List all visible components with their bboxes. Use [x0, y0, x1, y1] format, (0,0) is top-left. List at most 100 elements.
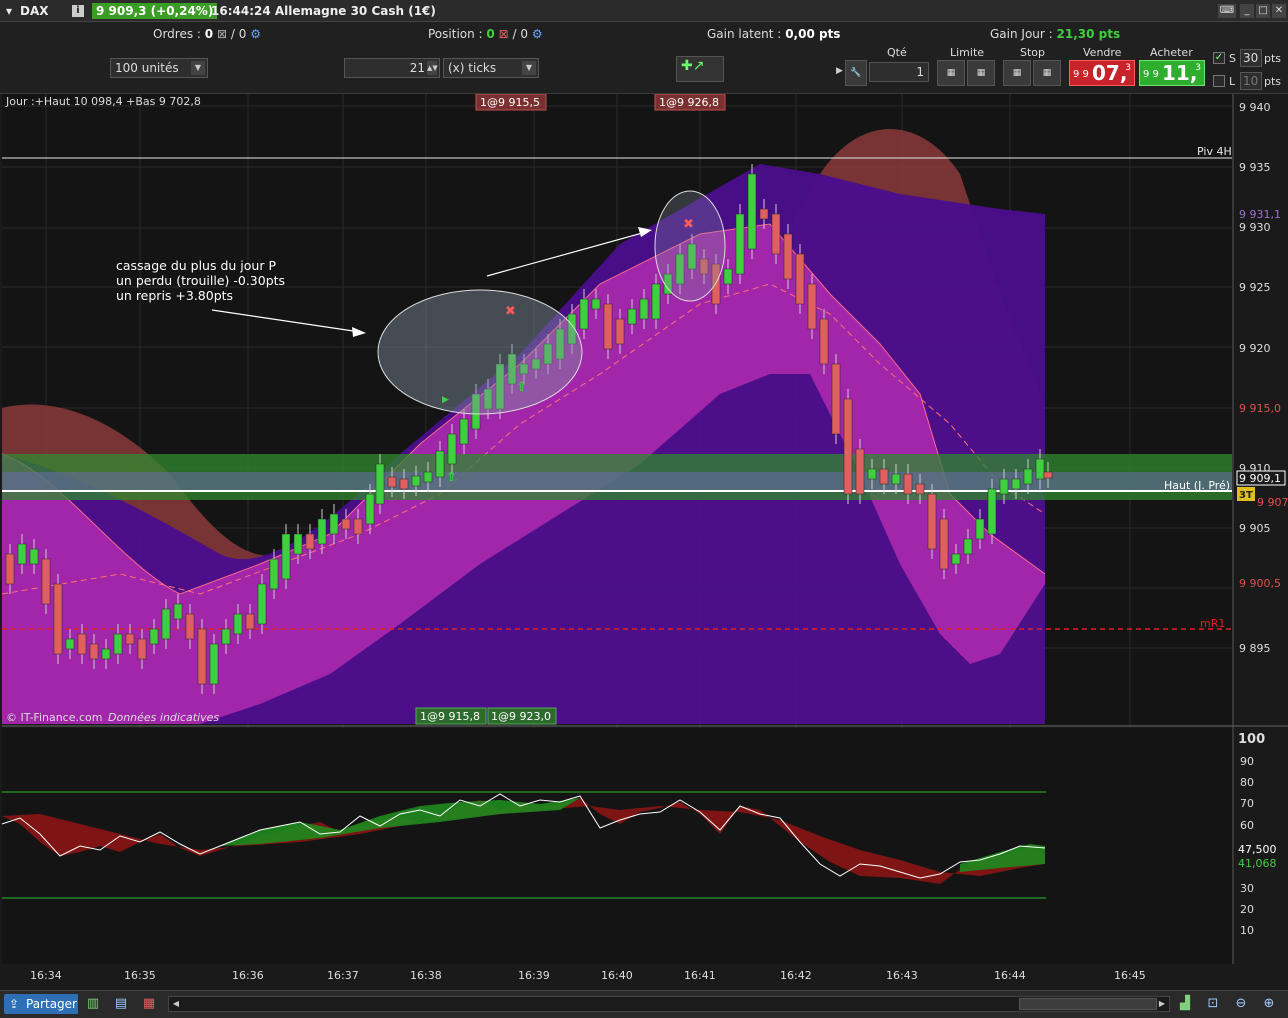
- price-chart[interactable]: ✖ ✖ ⇧ ⇧ ▶ cassage du plus du jour P un p…: [0, 94, 1288, 990]
- candle: [447, 433, 457, 465]
- candle: [65, 638, 75, 650]
- minimize-icon[interactable]: _: [1240, 4, 1254, 18]
- zoom-in-icon[interactable]: ⊕: [1260, 995, 1278, 1013]
- limit-distance-input[interactable]: 10: [1240, 72, 1262, 90]
- candle: [579, 298, 589, 330]
- l-label: L: [1229, 75, 1236, 88]
- annotation-text-2: un perdu (trouille) -0.30pts: [116, 273, 285, 288]
- candle: [77, 633, 87, 655]
- chart-area[interactable]: ✖ ✖ ⇧ ⇧ ▶ cassage du plus du jour P un p…: [0, 94, 1288, 990]
- position-settings-icon[interactable]: ⚙: [532, 27, 543, 41]
- limit-sell-icon[interactable]: ▦: [967, 60, 995, 86]
- price-mark-9931: 9 931,1: [1239, 208, 1281, 221]
- scroll-thumb[interactable]: [1019, 998, 1157, 1010]
- candle: [591, 298, 601, 310]
- l-unit: pts: [1264, 75, 1282, 88]
- candle: [185, 613, 195, 640]
- svg-text:9 920: 9 920: [1239, 342, 1271, 355]
- ticks-input[interactable]: 21 ▲▼: [344, 58, 440, 78]
- candle: [627, 308, 637, 325]
- chevron-down-icon: ▼: [522, 61, 536, 75]
- svg-text:9 905: 9 905: [1239, 522, 1271, 535]
- candle: [221, 628, 231, 645]
- copyright-note: Données indicatives: [108, 711, 219, 724]
- share-button[interactable]: ⇪ Partager: [4, 994, 78, 1014]
- gain-latent: Gain latent : 0,00 pts: [707, 27, 841, 41]
- candle: [807, 283, 817, 330]
- small-marker-icon: ▶: [442, 395, 449, 405]
- svg-text:70: 70: [1240, 797, 1254, 810]
- s-unit: pts: [1264, 52, 1282, 65]
- position-close-icon[interactable]: ⊠: [499, 27, 509, 41]
- trade-label-top-2-text: 1@9 926,8: [659, 96, 719, 109]
- limit-checkbox[interactable]: [1213, 75, 1225, 87]
- close-icon[interactable]: ✕: [1272, 4, 1286, 18]
- trade-label-bottom-2-text: 1@9 923,0: [491, 710, 551, 723]
- vendre-header: Vendre: [1083, 46, 1122, 59]
- annotation-text-3: un repris +3.80pts: [116, 288, 233, 303]
- strategy-list-icon[interactable]: ▦: [140, 995, 158, 1013]
- buy-button[interactable]: 9 9 11, 3: [1139, 60, 1205, 86]
- svg-text:9 925: 9 925: [1239, 281, 1271, 294]
- candle: [387, 476, 397, 488]
- candle: [747, 173, 757, 250]
- candle: [197, 628, 207, 685]
- maximize-icon[interactable]: □: [1256, 4, 1270, 18]
- time-instrument: 16:44:24 Allemagne 30 Cash (1€): [211, 4, 436, 18]
- qte-header: Qté: [887, 46, 907, 59]
- expand-arrow-icon[interactable]: ▶: [836, 66, 843, 76]
- candles-icon[interactable]: ▥: [84, 995, 102, 1013]
- info-icon[interactable]: i: [72, 5, 84, 17]
- chevron-down-icon: ▼: [191, 61, 205, 75]
- candle: [831, 363, 841, 435]
- limit-buy-icon[interactable]: ▦: [937, 60, 965, 86]
- trading-toolbar: Ordres : 0 ⊠ / 0 ⚙ Position : 0 ⊠ / 0 ⚙ …: [0, 22, 1288, 94]
- candle: [999, 478, 1009, 495]
- ticks-select[interactable]: (x) ticks ▼: [443, 58, 539, 78]
- stop-sell-icon[interactable]: ▦: [1033, 60, 1061, 86]
- candle: [53, 583, 63, 655]
- candle: [257, 583, 267, 625]
- chart-type-icon[interactable]: ▟: [1176, 995, 1194, 1013]
- candle: [29, 548, 39, 565]
- candle: [843, 398, 853, 495]
- units-select[interactable]: 100 unités ▼: [110, 58, 208, 78]
- strategy-button[interactable]: ✚↗: [676, 56, 724, 82]
- price-change-badge: 9 909,3 (+0,24%): [92, 3, 218, 19]
- title-bar: ▾ DAX i 9 909,3 (+0,24%) 16:44:24 Allema…: [0, 0, 1288, 22]
- stop-buy-icon[interactable]: ▦: [1003, 60, 1031, 86]
- candle: [17, 543, 27, 565]
- menu-arrow-icon[interactable]: ▾: [6, 4, 12, 18]
- candle: [855, 448, 865, 495]
- svg-text:90: 90: [1240, 755, 1254, 768]
- list-icon[interactable]: ▤: [112, 995, 130, 1013]
- scroll-right-icon[interactable]: ▶: [1156, 998, 1168, 1010]
- scroll-left-icon[interactable]: ◀: [170, 998, 182, 1010]
- candle: [161, 608, 171, 640]
- svg-text:9 930: 9 930: [1239, 221, 1271, 234]
- zoom-fit-icon[interactable]: ⊡: [1204, 995, 1222, 1013]
- zoom-out-icon[interactable]: ⊖: [1232, 995, 1250, 1013]
- time-axis[interactable]: [0, 964, 1288, 990]
- acheter-header: Acheter: [1150, 46, 1193, 59]
- quantity-input[interactable]: 1: [869, 62, 929, 82]
- candle: [987, 488, 997, 535]
- svg-text:16:42: 16:42: [780, 969, 812, 982]
- keyboard-icon[interactable]: ⌨: [1218, 4, 1236, 18]
- stepper-icon[interactable]: ▲▼: [427, 61, 438, 75]
- stop-distance-input[interactable]: 30: [1240, 49, 1262, 67]
- candle: [5, 553, 15, 585]
- candle: [879, 468, 889, 485]
- candle: [1035, 458, 1045, 480]
- horizontal-scrollbar[interactable]: ◀ ▶: [168, 996, 1170, 1012]
- candle: [963, 538, 973, 555]
- candle: [305, 533, 315, 550]
- orders-settings-icon[interactable]: ⚙: [250, 27, 261, 41]
- orders-cancel-icon[interactable]: ⊠: [217, 27, 227, 41]
- badge-3t-text: 3T: [1239, 490, 1253, 501]
- osc-future-space: [1046, 728, 1232, 964]
- wrench-icon[interactable]: 🔧: [845, 60, 867, 86]
- sell-button[interactable]: 9 9 07, 3: [1069, 60, 1135, 86]
- candle: [375, 463, 385, 505]
- stop-checkbox[interactable]: ✓: [1213, 52, 1225, 64]
